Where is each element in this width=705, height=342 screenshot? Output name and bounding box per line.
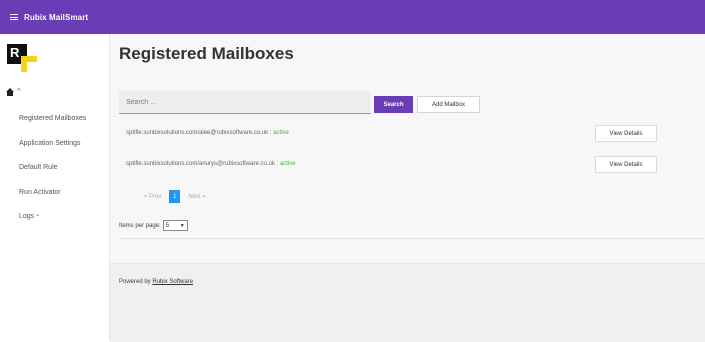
items-per-page-label: Items per page: (119, 222, 161, 229)
menu-icon[interactable] (10, 14, 18, 20)
items-per-page-select[interactable]: 5 ▼ (162, 220, 188, 231)
next-page-link[interactable]: Next » (188, 194, 205, 200)
mailbox-status: active (279, 161, 296, 167)
caret-up-icon[interactable]: ^ (17, 88, 20, 96)
sidebar-item-label: Logs (19, 213, 35, 220)
mailbox-path: sptifle.sunbixsolutions.com/anurys@rubix… (126, 161, 275, 167)
items-per-page-value: 5 (165, 222, 170, 229)
view-details-button[interactable]: View Details (595, 156, 657, 173)
pagination: « Prev 1 Next » (140, 190, 210, 203)
add-mailbox-button[interactable]: Add Mailbox (417, 96, 480, 113)
search-input[interactable] (119, 91, 371, 114)
top-app-bar: Rubix MailSmart (0, 0, 705, 34)
page-title: Registered Mailboxes (119, 44, 294, 63)
search-button[interactable]: Search (374, 96, 413, 113)
dropdown-arrow-icon: ▼ (179, 222, 185, 229)
footer-link[interactable]: Rubix Software (152, 279, 193, 285)
sidebar-item-run-activator[interactable]: Run Activator (19, 188, 86, 213)
sidebar: R ^ Registered Mailboxes Application Set… (0, 34, 110, 341)
sidebar-item-logs[interactable]: Logs⌄ (19, 212, 86, 237)
home-row[interactable]: ^ (6, 88, 20, 96)
items-per-page: Items per page: 5 ▼ (119, 220, 188, 231)
footer-band (110, 263, 705, 342)
mailbox-status: active (273, 130, 289, 136)
view-details-button[interactable]: View Details (595, 125, 657, 142)
sidebar-item-label: Default Rule (19, 164, 58, 171)
sidebar-item-label: Run Activator (19, 188, 61, 196)
sidebar-item-default-rule[interactable]: Default Rule (19, 163, 86, 188)
rubix-logo[interactable]: R (7, 44, 39, 74)
current-page-button[interactable]: 1 (169, 190, 181, 203)
mailbox-text: sptifle.sunbixsolutions.com/anurys@rubix… (126, 161, 296, 167)
chevron-down-icon: ⌄ (35, 212, 41, 218)
sidebar-item-application-settings[interactable]: Application Settings (19, 139, 86, 164)
logo-yellow-square (21, 56, 37, 72)
home-icon[interactable] (6, 88, 14, 96)
footer-prefix: Powered by (119, 279, 153, 285)
mailbox-row: sptifle.sunbixsolutions.com/alee@rubixso… (126, 125, 666, 142)
mailbox-path: sptifle.sunbixsolutions.com/alee@rubixso… (126, 130, 269, 136)
mailbox-row: sptifle.sunbixsolutions.com/anurys@rubix… (126, 156, 666, 173)
footer: Powered by Rubix Software (119, 279, 193, 285)
app-title[interactable]: Rubix MailSmart (24, 13, 88, 22)
sidebar-nav: Registered Mailboxes Application Setting… (19, 114, 86, 237)
logo-letter: R (10, 45, 20, 60)
mailbox-text: sptifle.sunbixsolutions.com/alee@rubixso… (126, 130, 289, 136)
main-content: Registered Mailboxes Search Add Mailbox … (110, 34, 705, 342)
prev-page-link[interactable]: « Prev (144, 194, 161, 200)
divider (119, 238, 704, 239)
logo-yellow-inner (27, 62, 37, 72)
sidebar-item-label: Application Settings (19, 139, 81, 147)
sidebar-item-registered-mailboxes[interactable]: Registered Mailboxes (19, 114, 86, 139)
sidebar-item-label: Registered Mailboxes (19, 115, 87, 122)
